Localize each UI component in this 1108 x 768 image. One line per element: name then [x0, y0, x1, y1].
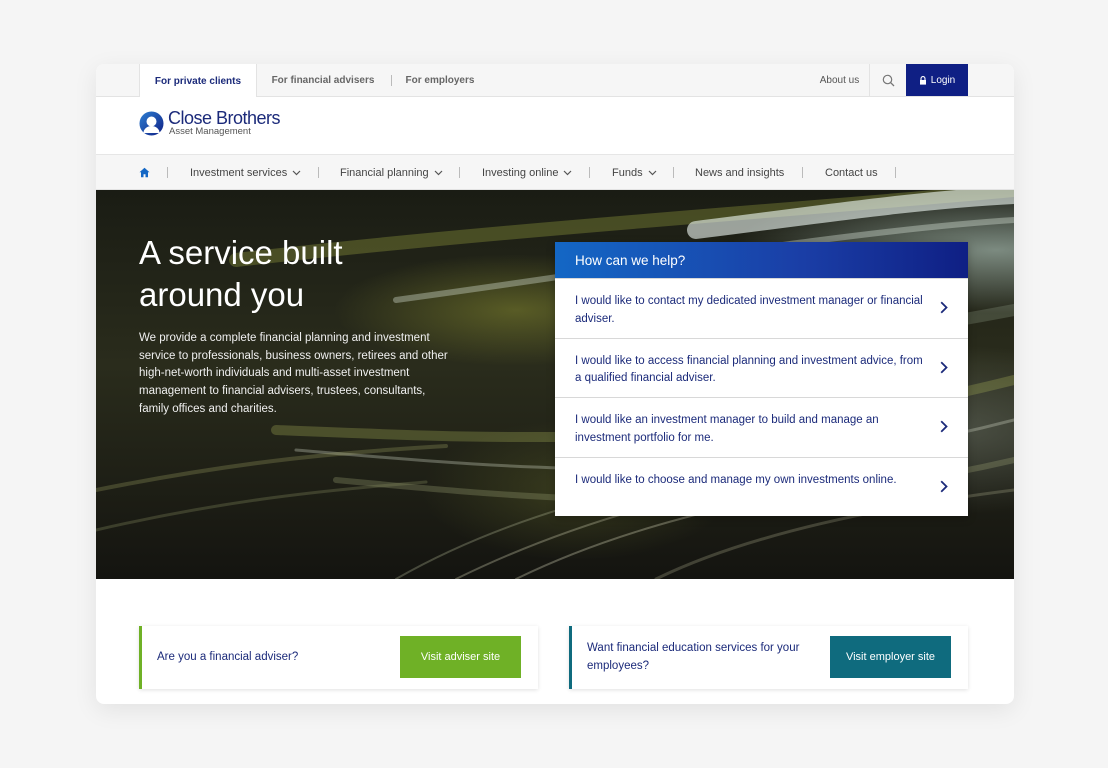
help-option[interactable]: I would like an investment manager to bu… [555, 397, 968, 457]
hero-title: A service built around you [139, 232, 459, 316]
nav-label: Financial planning [340, 166, 429, 179]
employer-cta-text: Want financial education services for yo… [587, 642, 800, 672]
brand-logo[interactable]: Close Brothers Asset Management [139, 108, 281, 137]
chevron-down-icon [648, 170, 657, 175]
chevron-down-icon [434, 170, 443, 175]
brand-subtitle: Asset Management [169, 126, 251, 137]
button-label: Visit employer site [845, 651, 936, 663]
button-label: Visit adviser site [420, 651, 501, 663]
divider [459, 167, 460, 178]
nav-label: Contact us [825, 166, 878, 179]
nav-investment-services[interactable]: Investment services [190, 155, 301, 190]
help-panel: How can we help? I would like to contact… [555, 242, 968, 516]
hero-title-line: A service built [139, 234, 343, 271]
home-icon [139, 167, 150, 178]
chevron-right-icon [940, 420, 948, 433]
divider [802, 167, 803, 178]
chevron-down-icon [292, 170, 301, 175]
brand-name: Close Brothers [168, 108, 281, 128]
help-option[interactable]: I would like to contact my dedicated inv… [555, 278, 968, 338]
help-option-text: I would like to choose and manage my own… [575, 473, 897, 486]
nav-label: Investing online [482, 166, 559, 179]
hero-description: We provide a complete financial planning… [139, 332, 448, 415]
divider [391, 75, 392, 86]
chevron-right-icon [940, 361, 948, 373]
divider [167, 167, 168, 178]
main-nav: Investment services Financial planning I… [96, 155, 1014, 190]
tab-financial-advisers[interactable]: For financial advisers [266, 64, 380, 97]
visit-employer-site-button[interactable]: Visit employer site [830, 636, 951, 678]
nav-label: Funds [612, 166, 643, 179]
help-heading: How can we help? [555, 242, 968, 278]
about-us-link[interactable]: About us [810, 64, 870, 97]
chevron-right-icon [940, 301, 948, 314]
nav-investing-online[interactable]: Investing online [482, 155, 572, 190]
divider [318, 167, 319, 178]
help-option[interactable]: I would like to access financial plannin… [555, 337, 968, 398]
divider [589, 167, 590, 178]
nav-funds[interactable]: Funds [612, 155, 657, 190]
chevron-down-icon [564, 170, 572, 175]
about-label: About us [819, 75, 860, 86]
divider [673, 167, 674, 178]
tab-label: For private clients [154, 75, 242, 87]
adviser-cta-text: Are you a financial adviser? [157, 650, 299, 663]
search-icon [882, 74, 895, 87]
logo-mark-icon [139, 111, 164, 135]
hero-title-line: around you [139, 276, 305, 313]
nav-financial-planning[interactable]: Financial planning [340, 155, 443, 190]
hero-banner: A service built around you We provide a … [96, 190, 1014, 579]
visit-adviser-site-button[interactable]: Visit adviser site [400, 636, 521, 678]
divider [895, 167, 896, 178]
header: Close Brothers Asset Management [96, 97, 1014, 155]
tab-employers[interactable]: For employers [402, 64, 478, 97]
employer-cta-card: Want financial education services for yo… [569, 626, 968, 689]
tab-private-clients[interactable]: For private clients [139, 64, 257, 98]
nav-news-insights[interactable]: News and insights [695, 155, 784, 190]
tab-label: For financial advisers [271, 75, 375, 86]
utility-bar: For private clients For financial advise… [96, 64, 1014, 98]
nav-label: News and insights [695, 166, 785, 179]
help-option-text: I would like to contact my dedicated inv… [575, 295, 923, 325]
chevron-right-icon [940, 480, 948, 492]
nav-home[interactable] [139, 155, 150, 190]
nav-contact-us[interactable]: Contact us [825, 155, 878, 190]
adviser-cta-card: Are you a financial adviser? Visit advis… [139, 626, 538, 689]
help-option[interactable]: I would like to choose and manage my own… [555, 456, 968, 517]
tab-label: For employers [405, 75, 475, 86]
lock-icon [919, 75, 926, 85]
help-option-text: I would like to access financial plannin… [575, 354, 923, 385]
browser-frame: For private clients For financial advise… [96, 64, 1014, 704]
nav-label: Investment services [190, 166, 288, 179]
login-label: Login [930, 74, 956, 86]
login-button[interactable]: Login [906, 64, 968, 96]
help-option-text: I would like an investment manager to bu… [575, 414, 879, 444]
search-button[interactable] [872, 64, 905, 97]
